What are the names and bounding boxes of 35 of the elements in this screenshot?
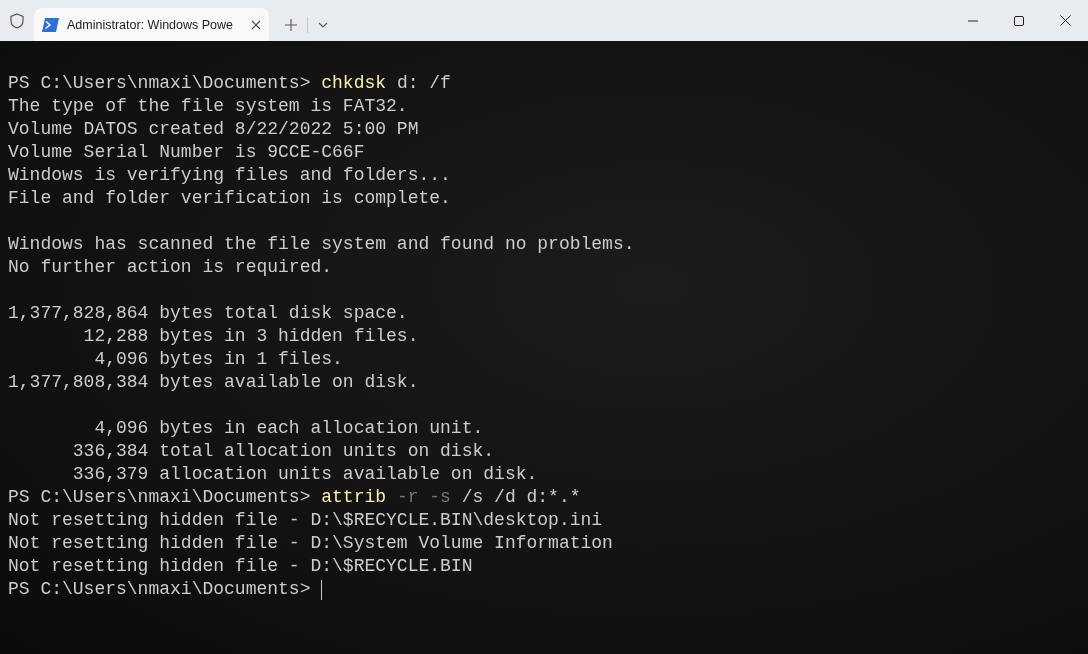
output-text: d: /f bbox=[395, 72, 451, 95]
output-text: File and folder verification is complete. bbox=[8, 187, 451, 210]
prompt-text: PS C:\Users\nmaxi\Documents> bbox=[8, 72, 312, 95]
output-text: 1,377,828,864 bytes total disk space. bbox=[8, 302, 408, 325]
close-icon[interactable] bbox=[251, 19, 262, 30]
output-text: No further action is required. bbox=[8, 256, 333, 279]
output-text: 4,096 bytes in each allocation unit. bbox=[93, 417, 484, 440]
powershell-icon bbox=[42, 17, 59, 32]
output-text: The type of the file system is FAT32. bbox=[8, 95, 408, 118]
parameter-text: -s bbox=[428, 486, 451, 509]
tab-title: Administrator: Windows Powe bbox=[67, 16, 234, 33]
parameter-text: -r bbox=[395, 486, 419, 509]
plus-icon[interactable] bbox=[285, 18, 298, 31]
output-text: 336,379 allocation units available on disk. bbox=[71, 463, 538, 486]
output-text: 336,384 total allocation units on disk. bbox=[71, 440, 495, 463]
output-text: Not resetting hidden file - D:\$RECYCLE.BIN bbox=[8, 555, 473, 578]
output-text: Volume DATOS created 8/22/2022 5:00 PM bbox=[8, 118, 419, 141]
output-text: 1,377,808,384 bytes available on disk. bbox=[8, 371, 419, 394]
output-text: Volume Serial Number is 9CCE-C66F bbox=[8, 141, 365, 164]
terminal-tab[interactable]: Administrator: Windows Powe bbox=[34, 8, 270, 41]
prompt-text: PS C:\Users\nmaxi\Documents> bbox=[8, 486, 312, 509]
output-text: Not resetting hidden file - D:\$RECYCLE.BIN\desktop.ini bbox=[8, 509, 603, 532]
output-text: Windows is verifying files and folders... bbox=[8, 164, 451, 187]
output-text: /s /d d:*.* bbox=[460, 486, 581, 509]
output-text: Not resetting hidden file - D:\System Volume Information bbox=[8, 532, 613, 555]
shield-icon[interactable] bbox=[10, 12, 24, 29]
close-window-icon[interactable] bbox=[1060, 15, 1071, 26]
output-text: 12,288 bytes in 3 hidden files. bbox=[82, 325, 419, 348]
prompt-text: PS C:\Users\nmaxi\Documents> bbox=[8, 578, 312, 601]
output-text: Windows has scanned the file system and found no problems. bbox=[8, 233, 635, 256]
command-text: chkdsk bbox=[321, 72, 387, 95]
command-text: attrib bbox=[321, 486, 387, 509]
output-text: 4,096 bytes in 1 files. bbox=[93, 348, 343, 371]
chevron-down-icon[interactable] bbox=[318, 21, 329, 28]
maximize-icon[interactable] bbox=[1014, 15, 1024, 26]
